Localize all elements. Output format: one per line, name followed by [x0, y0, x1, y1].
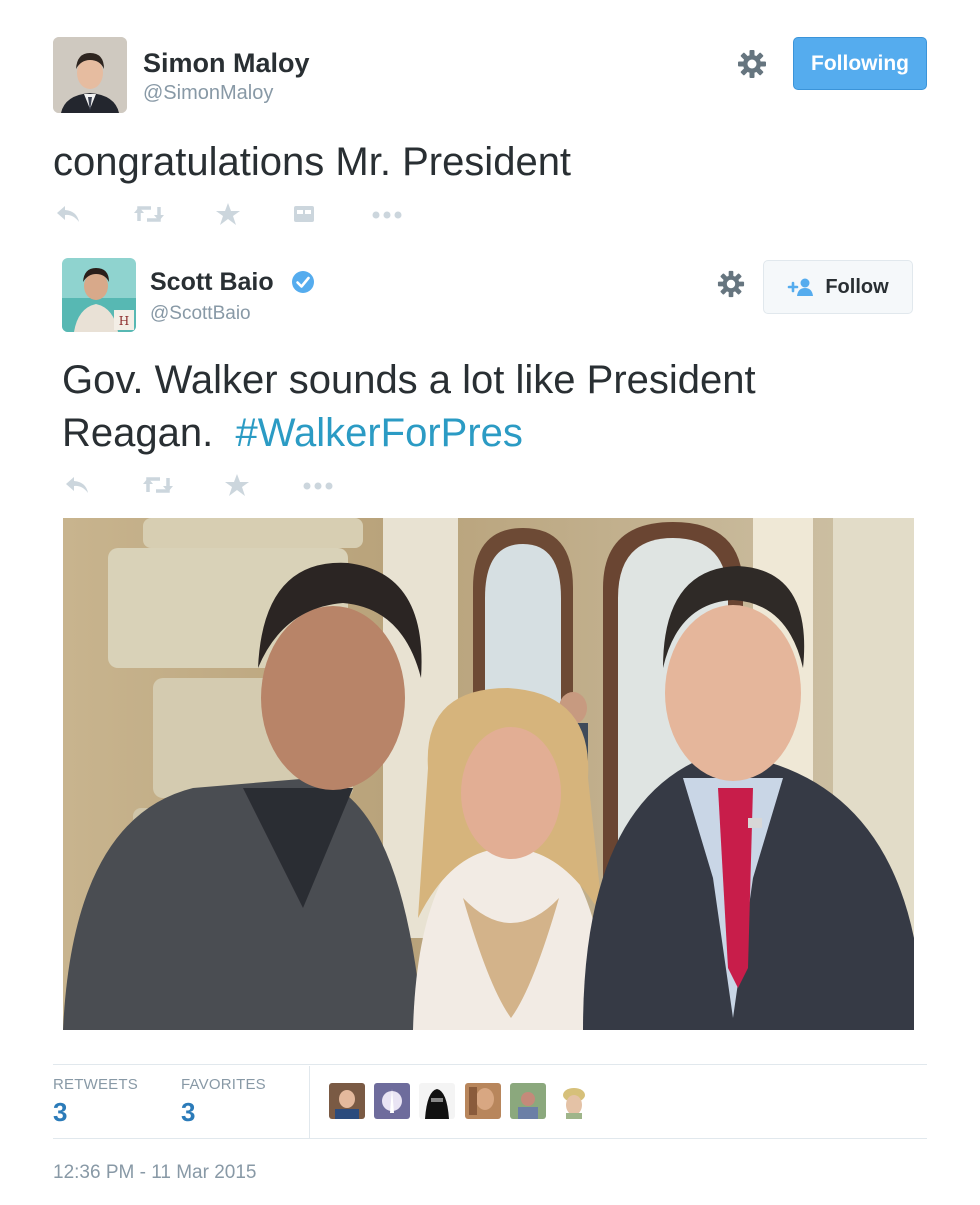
- gear-icon[interactable]: [717, 270, 745, 298]
- gear-icon[interactable]: [737, 49, 767, 79]
- favorites-count[interactable]: 3: [181, 1097, 195, 1128]
- verified-badge-icon: [291, 270, 315, 294]
- hashtag-link[interactable]: #WalkerForPres: [235, 411, 522, 455]
- favorite-icon[interactable]: [215, 202, 245, 231]
- stats-top-divider: [53, 1064, 927, 1065]
- favoriter-avatar[interactable]: [465, 1083, 501, 1119]
- favoriter-avatar[interactable]: [374, 1083, 410, 1119]
- following-button[interactable]: Following: [793, 37, 927, 90]
- quoted-tweet-text: Gov. Walker sounds a lot like President …: [62, 354, 862, 460]
- favoriter-avatar[interactable]: [510, 1083, 546, 1119]
- more-icon[interactable]: [302, 478, 336, 496]
- favoriter-avatar[interactable]: [556, 1083, 592, 1119]
- tweet-photo[interactable]: [63, 518, 914, 1030]
- favoriter-avatar[interactable]: [329, 1083, 365, 1119]
- follow-button[interactable]: Follow: [763, 260, 913, 314]
- scott-baio-name[interactable]: Scott Baio: [150, 268, 274, 297]
- simon-maloy-name[interactable]: Simon Maloy: [143, 48, 310, 79]
- quoted-action-row: [64, 473, 384, 502]
- favorite-icon[interactable]: [224, 473, 254, 502]
- reply-icon[interactable]: [55, 203, 85, 230]
- retweet-comment-text: congratulations Mr. President: [53, 140, 572, 184]
- favoriter-avatar[interactable]: [419, 1083, 455, 1119]
- retweets-label[interactable]: RETWEETS: [53, 1076, 138, 1093]
- tweet-timestamp[interactable]: 12:36 PM - 11 Mar 2015: [53, 1162, 256, 1184]
- retweets-count[interactable]: 3: [53, 1097, 67, 1128]
- svg-text:H: H: [119, 314, 129, 328]
- scott-baio-handle[interactable]: @ScottBaio: [150, 303, 251, 325]
- scott-baio-avatar[interactable]: H: [62, 258, 136, 332]
- retweet-icon[interactable]: [133, 203, 167, 230]
- simon-maloy-handle[interactable]: @SimonMaloy: [143, 82, 273, 105]
- retweet-action-row: [55, 202, 453, 231]
- more-icon[interactable]: [371, 207, 405, 225]
- follow-button-label: Follow: [825, 275, 889, 298]
- retweet-icon[interactable]: [142, 474, 176, 501]
- add-user-icon: [787, 277, 815, 297]
- embed-icon[interactable]: [293, 204, 323, 229]
- stats-bottom-divider: [53, 1138, 927, 1139]
- reply-icon[interactable]: [64, 474, 94, 501]
- favorites-label[interactable]: FAVORITES: [181, 1076, 266, 1093]
- simon-maloy-avatar[interactable]: [53, 37, 127, 113]
- stats-vertical-divider: [309, 1066, 310, 1138]
